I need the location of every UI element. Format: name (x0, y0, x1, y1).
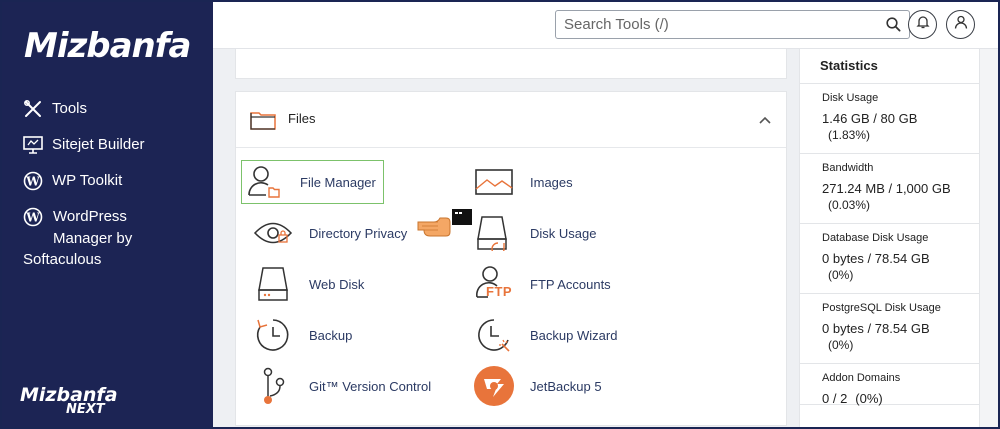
tool-label: JetBackup 5 (530, 378, 602, 394)
tool-label: File Manager (300, 174, 376, 190)
tool-ftp-accounts[interactable]: FTP FTP Accounts (472, 262, 611, 306)
statistics-title: Statistics (820, 58, 878, 73)
tool-web-disk[interactable]: Web Disk (251, 262, 364, 306)
files-section: Files File Manager Images Directory Priv… (235, 91, 787, 426)
stat-label: Addon Domains (822, 372, 901, 384)
tool-label: Backup Wizard (530, 327, 618, 343)
brand-logo[interactable]: Mizbanfa (24, 26, 191, 66)
stat-value: 1.46 GB / 80 GB (822, 111, 918, 126)
sidebar: Mizbanfa Tools Sitejet Builder W WP Tool… (2, 2, 213, 427)
stat-bandwidth[interactable]: Bandwidth 271.24 MB / 1,000 GB (0.03%) (800, 153, 979, 223)
stat-percent: (0%) (828, 338, 854, 352)
stat-value-text: 0 / 2 (822, 391, 848, 406)
statistics-panel: Statistics Disk Usage 1.46 GB / 80 GB (1… (799, 49, 980, 427)
folder-icon (250, 110, 276, 135)
stat-label: PostgreSQL Disk Usage (822, 302, 941, 314)
app-frame: Mizbanfa Tools Sitejet Builder W WP Tool… (0, 0, 1000, 429)
svg-text:W: W (25, 175, 40, 189)
tools-icon (22, 98, 44, 120)
backup-icon (251, 313, 295, 357)
stat-percent: (0.03%) (828, 198, 871, 212)
stat-percent: (0%) (855, 391, 883, 406)
sidebar-item-label-line2: Manager by (53, 230, 133, 247)
sidebar-item-label: Tools (52, 100, 88, 117)
tool-label: Web Disk (309, 276, 365, 292)
sidebar-item-label-line3: Softaculous (23, 251, 102, 268)
bell-icon (915, 15, 930, 34)
ftp-accounts-icon: FTP (472, 262, 516, 306)
disk-usage-icon (472, 211, 516, 255)
stat-disk-usage[interactable]: Disk Usage 1.46 GB / 80 GB (1.83%) (800, 83, 979, 153)
sidebar-item-sitejet-builder[interactable]: Sitejet Builder (22, 134, 207, 156)
files-section-header[interactable]: Files (236, 92, 786, 148)
stat-percent: (1.83%) (828, 128, 871, 142)
stat-value: 0 bytes / 78.54 GB (822, 321, 930, 336)
stat-value: 271.24 MB / 1,000 GB (822, 181, 951, 196)
tool-directory-privacy[interactable]: Directory Privacy (251, 211, 407, 255)
web-disk-icon (251, 262, 295, 306)
tool-label: FTP Accounts (530, 276, 611, 292)
user-account-button[interactable] (946, 10, 975, 39)
tool-file-manager[interactable]: File Manager (241, 160, 384, 204)
search-icon[interactable] (886, 17, 901, 37)
tool-disk-usage[interactable]: Disk Usage (472, 211, 596, 255)
file-manager-icon (242, 160, 286, 204)
tool-label: Disk Usage (530, 225, 597, 241)
ftp-badge: FTP (486, 284, 513, 299)
user-icon (954, 15, 968, 34)
search-box (555, 10, 910, 39)
chevron-up-icon[interactable] (758, 112, 772, 130)
stat-label: Disk Usage (822, 92, 879, 104)
notifications-button[interactable] (908, 10, 937, 39)
tool-images[interactable]: Images (472, 160, 573, 204)
previous-section-card (235, 49, 787, 79)
stat-percent: (0%) (828, 268, 854, 282)
stat-database-disk-usage[interactable]: Database Disk Usage 0 bytes / 78.54 GB (… (800, 223, 979, 293)
stat-value: 0 bytes / 78.54 GB (822, 251, 930, 266)
main-content: Files File Manager Images Directory Priv… (213, 49, 802, 427)
tool-jetbackup-5[interactable]: JetBackup 5 (472, 364, 602, 408)
sidebar-item-wordpress-manager[interactable]: W WordPress Manager by Softaculous (22, 206, 207, 270)
sidebar-item-label-line1: WordPress (53, 208, 127, 225)
stat-label: Database Disk Usage (822, 232, 929, 244)
stat-addon-domains[interactable]: Addon Domains 0 / 2 (0%) (800, 363, 979, 407)
git-icon (251, 364, 295, 408)
top-header (213, 2, 998, 49)
wordpress-icon: W (22, 206, 44, 228)
jetbackup-icon (472, 364, 516, 408)
backup-wizard-icon (472, 313, 516, 357)
footer-brand-logo: Mizbanfa NEXT (20, 386, 118, 417)
monitor-icon (22, 134, 44, 156)
hand-pointer-icon (416, 208, 474, 243)
sidebar-item-label: WP Toolkit (52, 172, 123, 189)
sidebar-nav: Tools Sitejet Builder W WP Toolkit W Wor… (22, 98, 207, 284)
stat-value: 0 / 2 (0%) (822, 390, 979, 407)
tool-backup[interactable]: Backup (251, 313, 352, 357)
tool-label: Directory Privacy (309, 225, 408, 241)
search-input[interactable] (556, 11, 856, 38)
images-icon (472, 160, 516, 204)
stat-label: Bandwidth (822, 162, 874, 174)
eye-icon (251, 211, 295, 255)
tool-label: Git™ Version Control (309, 378, 432, 394)
files-section-title: Files (288, 111, 316, 126)
tool-backup-wizard[interactable]: Backup Wizard (472, 313, 617, 357)
sidebar-item-label: Sitejet Builder (52, 136, 145, 153)
tool-label: Images (530, 174, 573, 190)
svg-text:W: W (25, 211, 40, 225)
tool-git-version-control[interactable]: Git™ Version Control (251, 364, 431, 408)
sidebar-item-wp-toolkit[interactable]: W WP Toolkit (22, 170, 207, 192)
stat-postgresql-disk-usage[interactable]: PostgreSQL Disk Usage 0 bytes / 78.54 GB… (800, 293, 979, 363)
tool-label: Backup (309, 327, 353, 343)
wordpress-icon: W (22, 170, 44, 192)
sidebar-item-tools[interactable]: Tools (22, 98, 207, 120)
